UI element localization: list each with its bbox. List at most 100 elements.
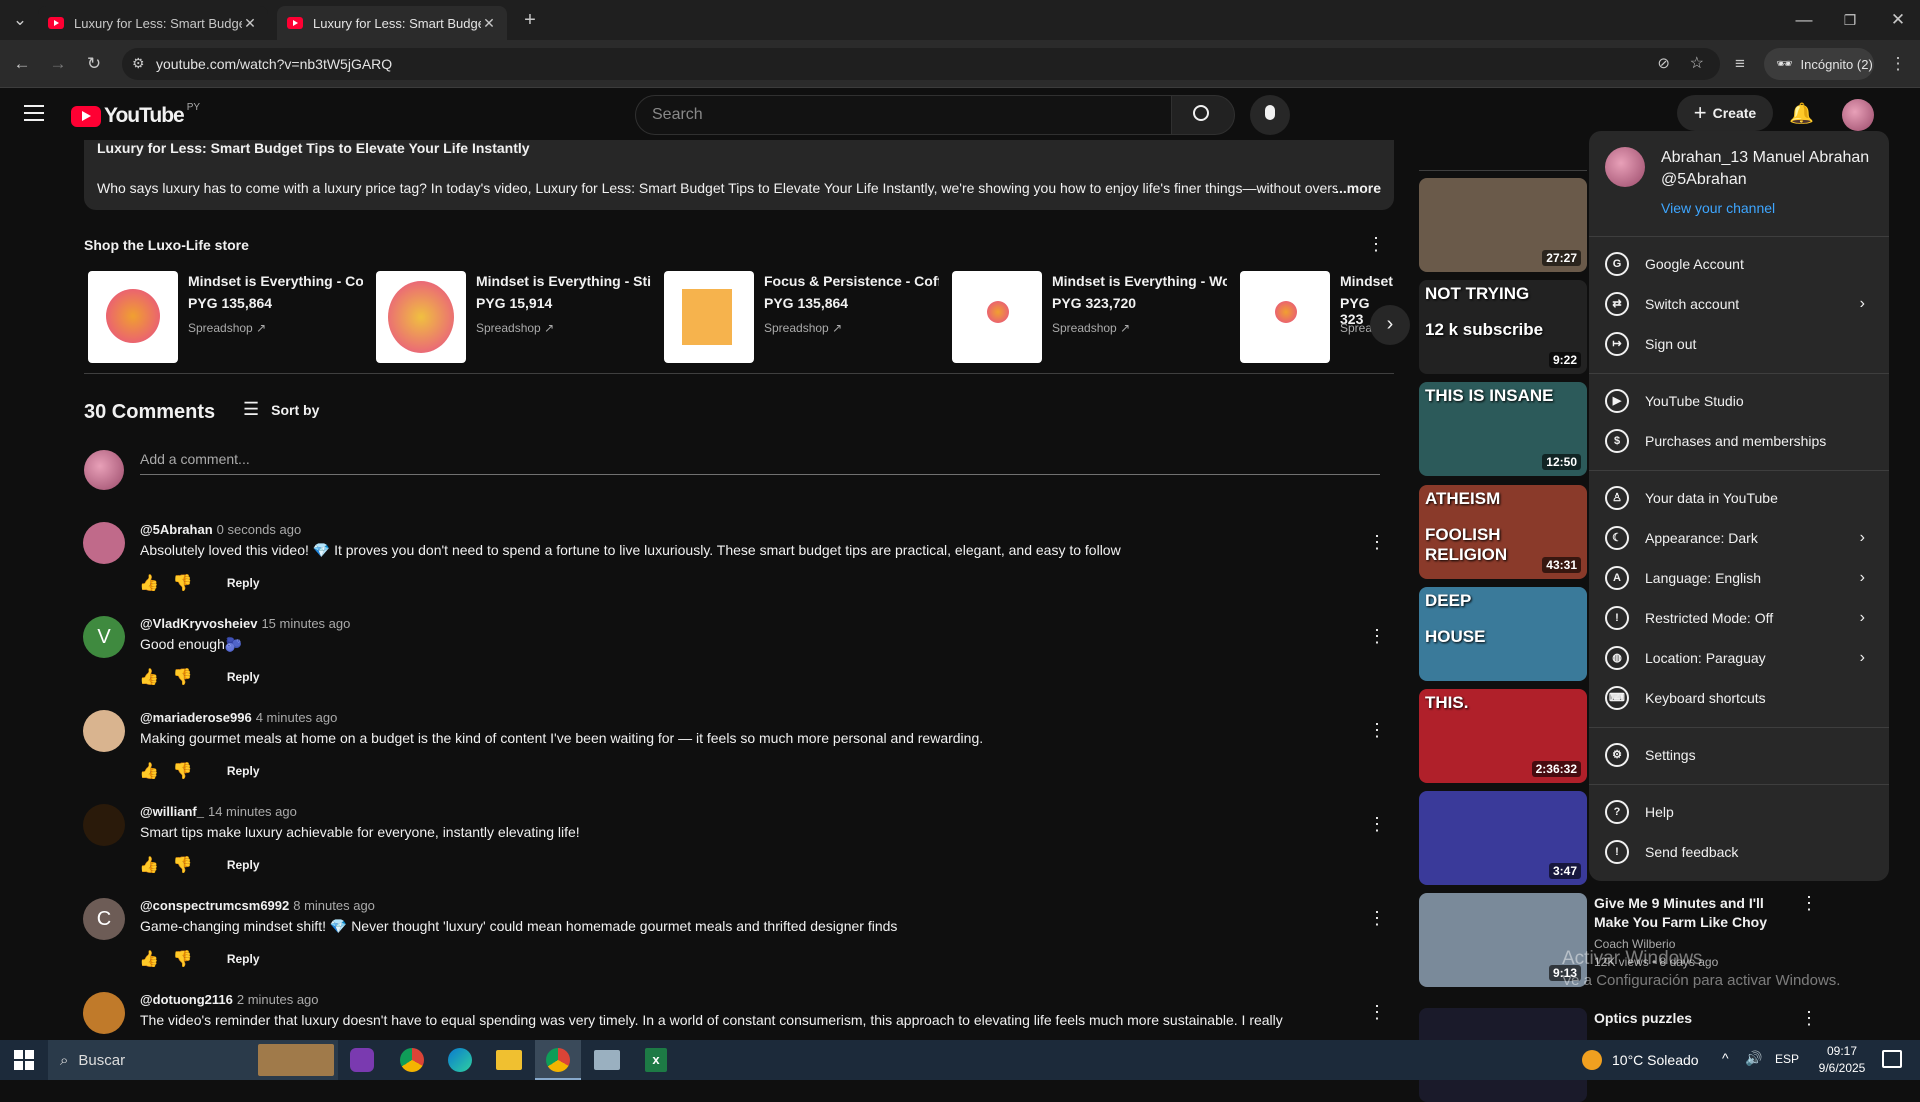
like-icon[interactable]: 👍 bbox=[139, 949, 159, 969]
menu-item-location-paraguay[interactable]: ◍ Location: Paraguay › bbox=[1589, 638, 1889, 678]
comment-menu-kebab-icon[interactable]: ⋮ bbox=[1368, 626, 1386, 647]
store-product[interactable]: Focus & Persistence - Coff... PYG 135,86… bbox=[659, 271, 939, 363]
comment-time[interactable]: 4 minutes ago bbox=[256, 710, 338, 725]
edge-icon[interactable] bbox=[448, 1048, 472, 1072]
related-video-thumbnail[interactable]: THIS. 2:36:32 bbox=[1419, 689, 1587, 783]
eye-off-icon[interactable]: ⊘ bbox=[1657, 54, 1670, 72]
comment-author[interactable]: @VladKryvosheiev bbox=[140, 616, 257, 631]
app-icon-1[interactable] bbox=[350, 1048, 374, 1072]
commenter-avatar[interactable]: C bbox=[83, 898, 125, 940]
browser-menu-icon[interactable]: ⋮ bbox=[1886, 52, 1910, 76]
new-tab-icon[interactable]: + bbox=[518, 8, 542, 32]
store-menu-kebab-icon[interactable]: ⋮ bbox=[1367, 234, 1385, 255]
commenter-avatar[interactable] bbox=[83, 992, 125, 1034]
related-video-thumbnail[interactable]: NOT TRYING 12 k subscribe 9:22 bbox=[1419, 280, 1587, 374]
menu-item-purchases-and-memberships[interactable]: $ Purchases and memberships bbox=[1589, 421, 1889, 461]
app-icon-2[interactable] bbox=[594, 1050, 620, 1070]
sort-by-button[interactable]: ☰ Sort by bbox=[243, 399, 319, 420]
taskbar-search[interactable]: ⌕ Buscar bbox=[48, 1040, 338, 1080]
menu-item-google-account[interactable]: G Google Account bbox=[1589, 244, 1889, 284]
comment-menu-kebab-icon[interactable]: ⋮ bbox=[1368, 1002, 1386, 1023]
menu-item-youtube-studio[interactable]: ▶ YouTube Studio bbox=[1589, 381, 1889, 421]
commenter-avatar[interactable] bbox=[83, 710, 125, 752]
store-product[interactable]: Mindset PYG 323 Sprea bbox=[1235, 271, 1393, 363]
minimize-icon[interactable]: — bbox=[1792, 8, 1816, 32]
description-more-button[interactable]: ...more bbox=[1335, 180, 1381, 196]
store-product[interactable]: Mindset is Everything - Co... PYG 135,86… bbox=[83, 271, 363, 363]
youtube-logo[interactable]: YouTube PY bbox=[71, 102, 200, 128]
menu-item-restricted-mode-off[interactable]: ! Restricted Mode: Off › bbox=[1589, 598, 1889, 638]
weather-text[interactable]: 10°C Soleado bbox=[1612, 1052, 1699, 1068]
comment-time[interactable]: 0 seconds ago bbox=[217, 522, 302, 537]
dislike-icon[interactable]: 👎 bbox=[173, 573, 193, 593]
related-video-thumbnail[interactable]: ATHEISM FOOLISH RELIGION 43:31 bbox=[1419, 485, 1587, 579]
window-close-icon[interactable]: ✕ bbox=[1886, 8, 1910, 32]
chrome-active-icon[interactable] bbox=[535, 1040, 581, 1080]
description-box[interactable]: Luxury for Less: Smart Budget Tips to El… bbox=[84, 140, 1394, 210]
close-tab-icon[interactable]: ✕ bbox=[481, 15, 497, 32]
tab-search-list-icon[interactable]: ≡ bbox=[1728, 52, 1752, 76]
menu-item-language-english[interactable]: A Language: English › bbox=[1589, 558, 1889, 598]
view-channel-link[interactable]: View your channel bbox=[1661, 200, 1775, 216]
menu-item-switch-account[interactable]: ⇄ Switch account › bbox=[1589, 284, 1889, 324]
like-icon[interactable]: 👍 bbox=[139, 667, 159, 687]
menu-item-keyboard-shortcuts[interactable]: ⌨ Keyboard shortcuts bbox=[1589, 678, 1889, 718]
dislike-icon[interactable]: 👎 bbox=[173, 667, 193, 687]
create-button[interactable]: + Create bbox=[1677, 95, 1773, 131]
related-video-thumbnail[interactable]: DEEP HOUSE bbox=[1419, 587, 1587, 681]
comment-time[interactable]: 14 minutes ago bbox=[208, 804, 297, 819]
store-next-arrow-icon[interactable]: › bbox=[1370, 305, 1410, 345]
search-input[interactable]: Search bbox=[635, 95, 1172, 135]
menu-item-help[interactable]: ? Help bbox=[1589, 792, 1889, 832]
hamburger-menu-icon[interactable] bbox=[24, 105, 44, 121]
search-button[interactable] bbox=[1171, 95, 1235, 135]
add-comment-input[interactable]: Add a comment... bbox=[140, 451, 1380, 475]
browser-tab-2[interactable]: Luxury for Less: Smart Budget T ✕ bbox=[277, 6, 507, 40]
like-icon[interactable]: 👍 bbox=[139, 855, 159, 875]
commenter-avatar[interactable] bbox=[83, 522, 125, 564]
comment-time[interactable]: 2 minutes ago bbox=[237, 992, 319, 1007]
menu-item-settings[interactable]: ⚙ Settings bbox=[1589, 735, 1889, 775]
forward-icon[interactable]: → bbox=[46, 52, 70, 76]
commenter-avatar[interactable]: V bbox=[83, 616, 125, 658]
like-icon[interactable]: 👍 bbox=[139, 573, 159, 593]
voice-search-button[interactable] bbox=[1250, 95, 1290, 135]
close-tab-icon[interactable]: ✕ bbox=[242, 15, 258, 32]
comment-time[interactable]: 15 minutes ago bbox=[261, 616, 350, 631]
related-video-thumbnail[interactable]: 27:27 bbox=[1419, 178, 1587, 272]
dislike-icon[interactable]: 👎 bbox=[173, 761, 193, 781]
comment-author[interactable]: @conspectrumcsm6992 bbox=[140, 898, 289, 913]
like-icon[interactable]: 👍 bbox=[139, 761, 159, 781]
menu-item-your-data-in-youtube[interactable]: ♙ Your data in YouTube bbox=[1589, 478, 1889, 518]
tray-chevron-icon[interactable]: ^ bbox=[1722, 1050, 1729, 1066]
store-product[interactable]: Mindset is Everything - Sti... PYG 15,91… bbox=[371, 271, 651, 363]
browser-tab-1[interactable]: Luxury for Less: Smart Budget T ✕ bbox=[38, 6, 268, 40]
bookmark-star-icon[interactable]: ☆ bbox=[1690, 53, 1704, 73]
tab-search-icon[interactable]: ⌄ bbox=[8, 8, 32, 32]
related-video-title[interactable]: Give Me 9 Minutes and I'll Make You Farm… bbox=[1594, 894, 1774, 932]
comment-menu-kebab-icon[interactable]: ⋮ bbox=[1368, 532, 1386, 553]
related-video-thumbnail[interactable]: THIS IS INSANE 12:50 bbox=[1419, 382, 1587, 476]
address-bar[interactable]: ⚙ youtube.com/watch?v=nb3tW5jGARQ ⊘ ☆ bbox=[122, 48, 1720, 80]
store-product[interactable]: Mindset is Everything - Wo... PYG 323,72… bbox=[947, 271, 1227, 363]
comment-menu-kebab-icon[interactable]: ⋮ bbox=[1368, 908, 1386, 929]
comment-author[interactable]: @dotuong2116 bbox=[140, 992, 233, 1007]
notifications-bell-icon[interactable]: 🔔 bbox=[1789, 101, 1814, 126]
related-video-thumbnail[interactable]: 3:47 bbox=[1419, 791, 1587, 885]
comment-author[interactable]: @willianf_ bbox=[140, 804, 204, 819]
comment-menu-kebab-icon[interactable]: ⋮ bbox=[1368, 720, 1386, 741]
file-explorer-icon[interactable] bbox=[496, 1050, 522, 1070]
windows-start-icon[interactable] bbox=[14, 1050, 34, 1070]
reply-button[interactable]: Reply bbox=[227, 670, 260, 684]
notifications-icon[interactable] bbox=[1882, 1050, 1902, 1068]
menu-item-send-feedback[interactable]: ! Send feedback bbox=[1589, 832, 1889, 872]
reply-button[interactable]: Reply bbox=[227, 952, 260, 966]
reply-button[interactable]: Reply bbox=[227, 858, 260, 872]
video-menu-kebab-icon[interactable]: ⋮ bbox=[1800, 893, 1818, 914]
commenter-avatar[interactable] bbox=[83, 804, 125, 846]
dislike-icon[interactable]: 👎 bbox=[173, 855, 193, 875]
video-menu-kebab-icon[interactable]: ⋮ bbox=[1800, 1008, 1818, 1029]
chrome-icon[interactable] bbox=[400, 1048, 424, 1072]
comment-author[interactable]: @5Abrahan bbox=[140, 522, 213, 537]
comment-menu-kebab-icon[interactable]: ⋮ bbox=[1368, 814, 1386, 835]
